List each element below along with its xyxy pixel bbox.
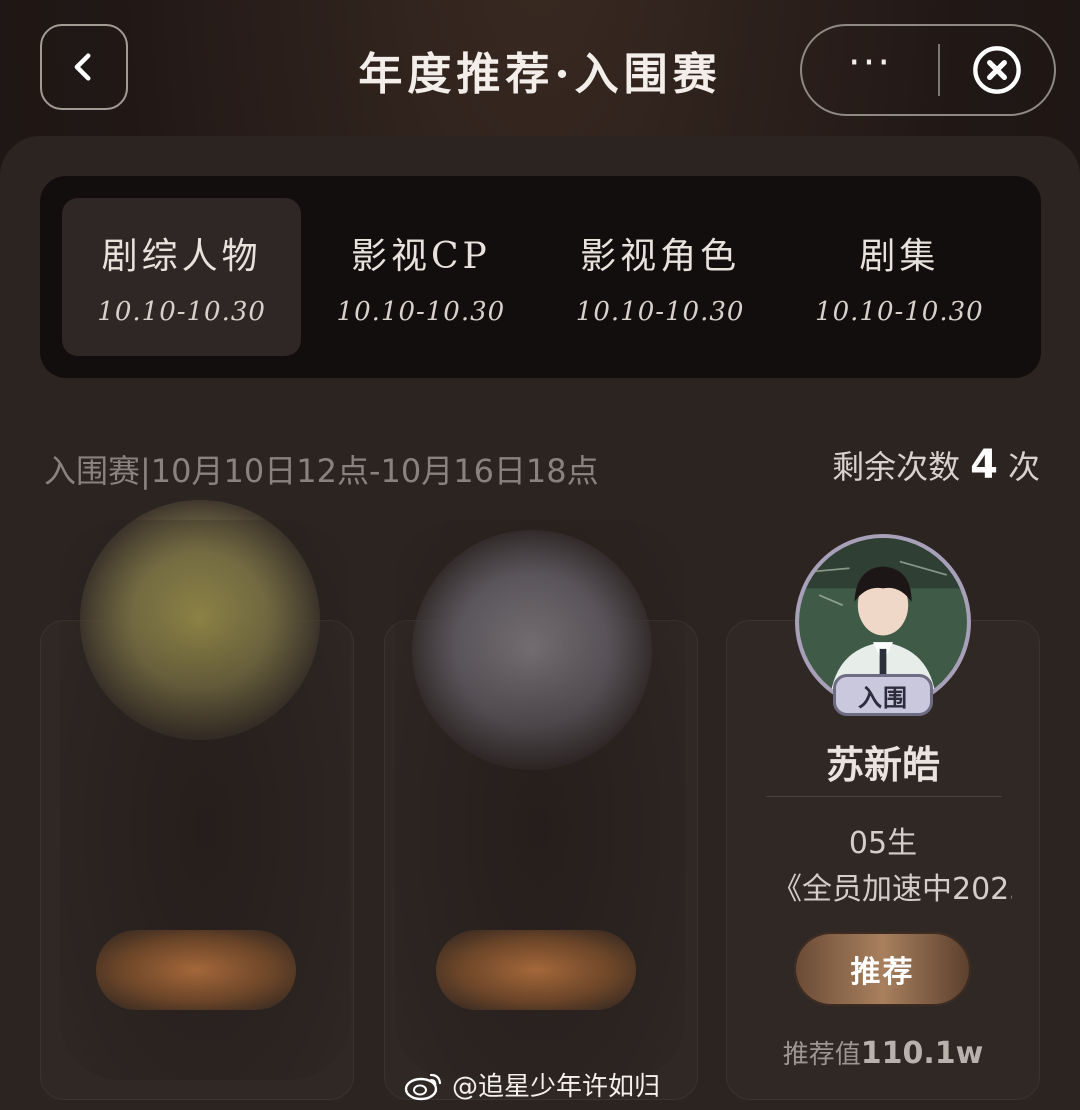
round-info: 入围赛|10月10日12点-10月16日18点 (44, 452, 599, 490)
close-button[interactable] (940, 26, 1054, 114)
app-page: 年度推荐·入围赛 ··· 剧综人物 10.10-10.30 影视CP 10.10… (0, 0, 1080, 1110)
tab-name: 影视CP (350, 236, 491, 277)
watermark-text: @追星少年许如归 (452, 1072, 661, 1102)
mini-program-capsule: ··· (800, 24, 1056, 116)
tab-name: 剧综人物 (101, 236, 262, 277)
category-tabs: 剧综人物 10.10-10.30 影视CP 10.10-10.30 影视角色 1… (40, 176, 1041, 378)
remaining-count: 4 (970, 442, 998, 488)
watermark: @追星少年许如归 (404, 1066, 660, 1103)
blurred-recommend-button[interactable] (436, 930, 636, 1010)
divider (766, 796, 1002, 797)
remaining-label: 剩余次数 (832, 448, 961, 486)
tab-date: 10.10-10.30 (575, 297, 745, 327)
recommend-button[interactable]: 推荐 (794, 932, 971, 1006)
close-circle-icon (973, 46, 1021, 94)
more-dots-icon: ··· (847, 40, 893, 86)
tab-name: 影视角色 (580, 236, 741, 277)
recommend-value-label: 推荐值 (782, 1040, 861, 1070)
tab-drama-variety-person[interactable]: 剧综人物 10.10-10.30 (62, 198, 302, 356)
weibo-icon (404, 1073, 442, 1100)
person-name: 苏新皓 (825, 743, 940, 787)
recommend-value: 推荐值110.1w (726, 1034, 1040, 1071)
tab-name: 剧集 (859, 236, 940, 277)
person-tag: 05生 (848, 826, 918, 861)
shortlisted-badge: 入围 (833, 674, 933, 716)
remaining-unit: 次 (1007, 448, 1040, 486)
blurred-recommend-button[interactable] (96, 930, 296, 1010)
tab-film-cp[interactable]: 影视CP 10.10-10.30 (301, 198, 540, 356)
recommend-value-number: 110.1w (860, 1036, 984, 1071)
tab-date: 10.10-10.30 (97, 297, 266, 327)
tab-date: 10.10-10.30 (336, 297, 506, 327)
tab-series[interactable]: 剧集 10.10-10.30 (780, 198, 1019, 356)
tab-date: 10.10-10.30 (815, 297, 984, 327)
tab-film-role[interactable]: 影视角色 10.10-10.30 (541, 198, 780, 356)
person-tag: 《全员加速中2025 (772, 872, 1012, 907)
more-button[interactable]: ··· (802, 26, 938, 114)
remaining-votes: 剩余次数 4 次 (832, 442, 1040, 488)
